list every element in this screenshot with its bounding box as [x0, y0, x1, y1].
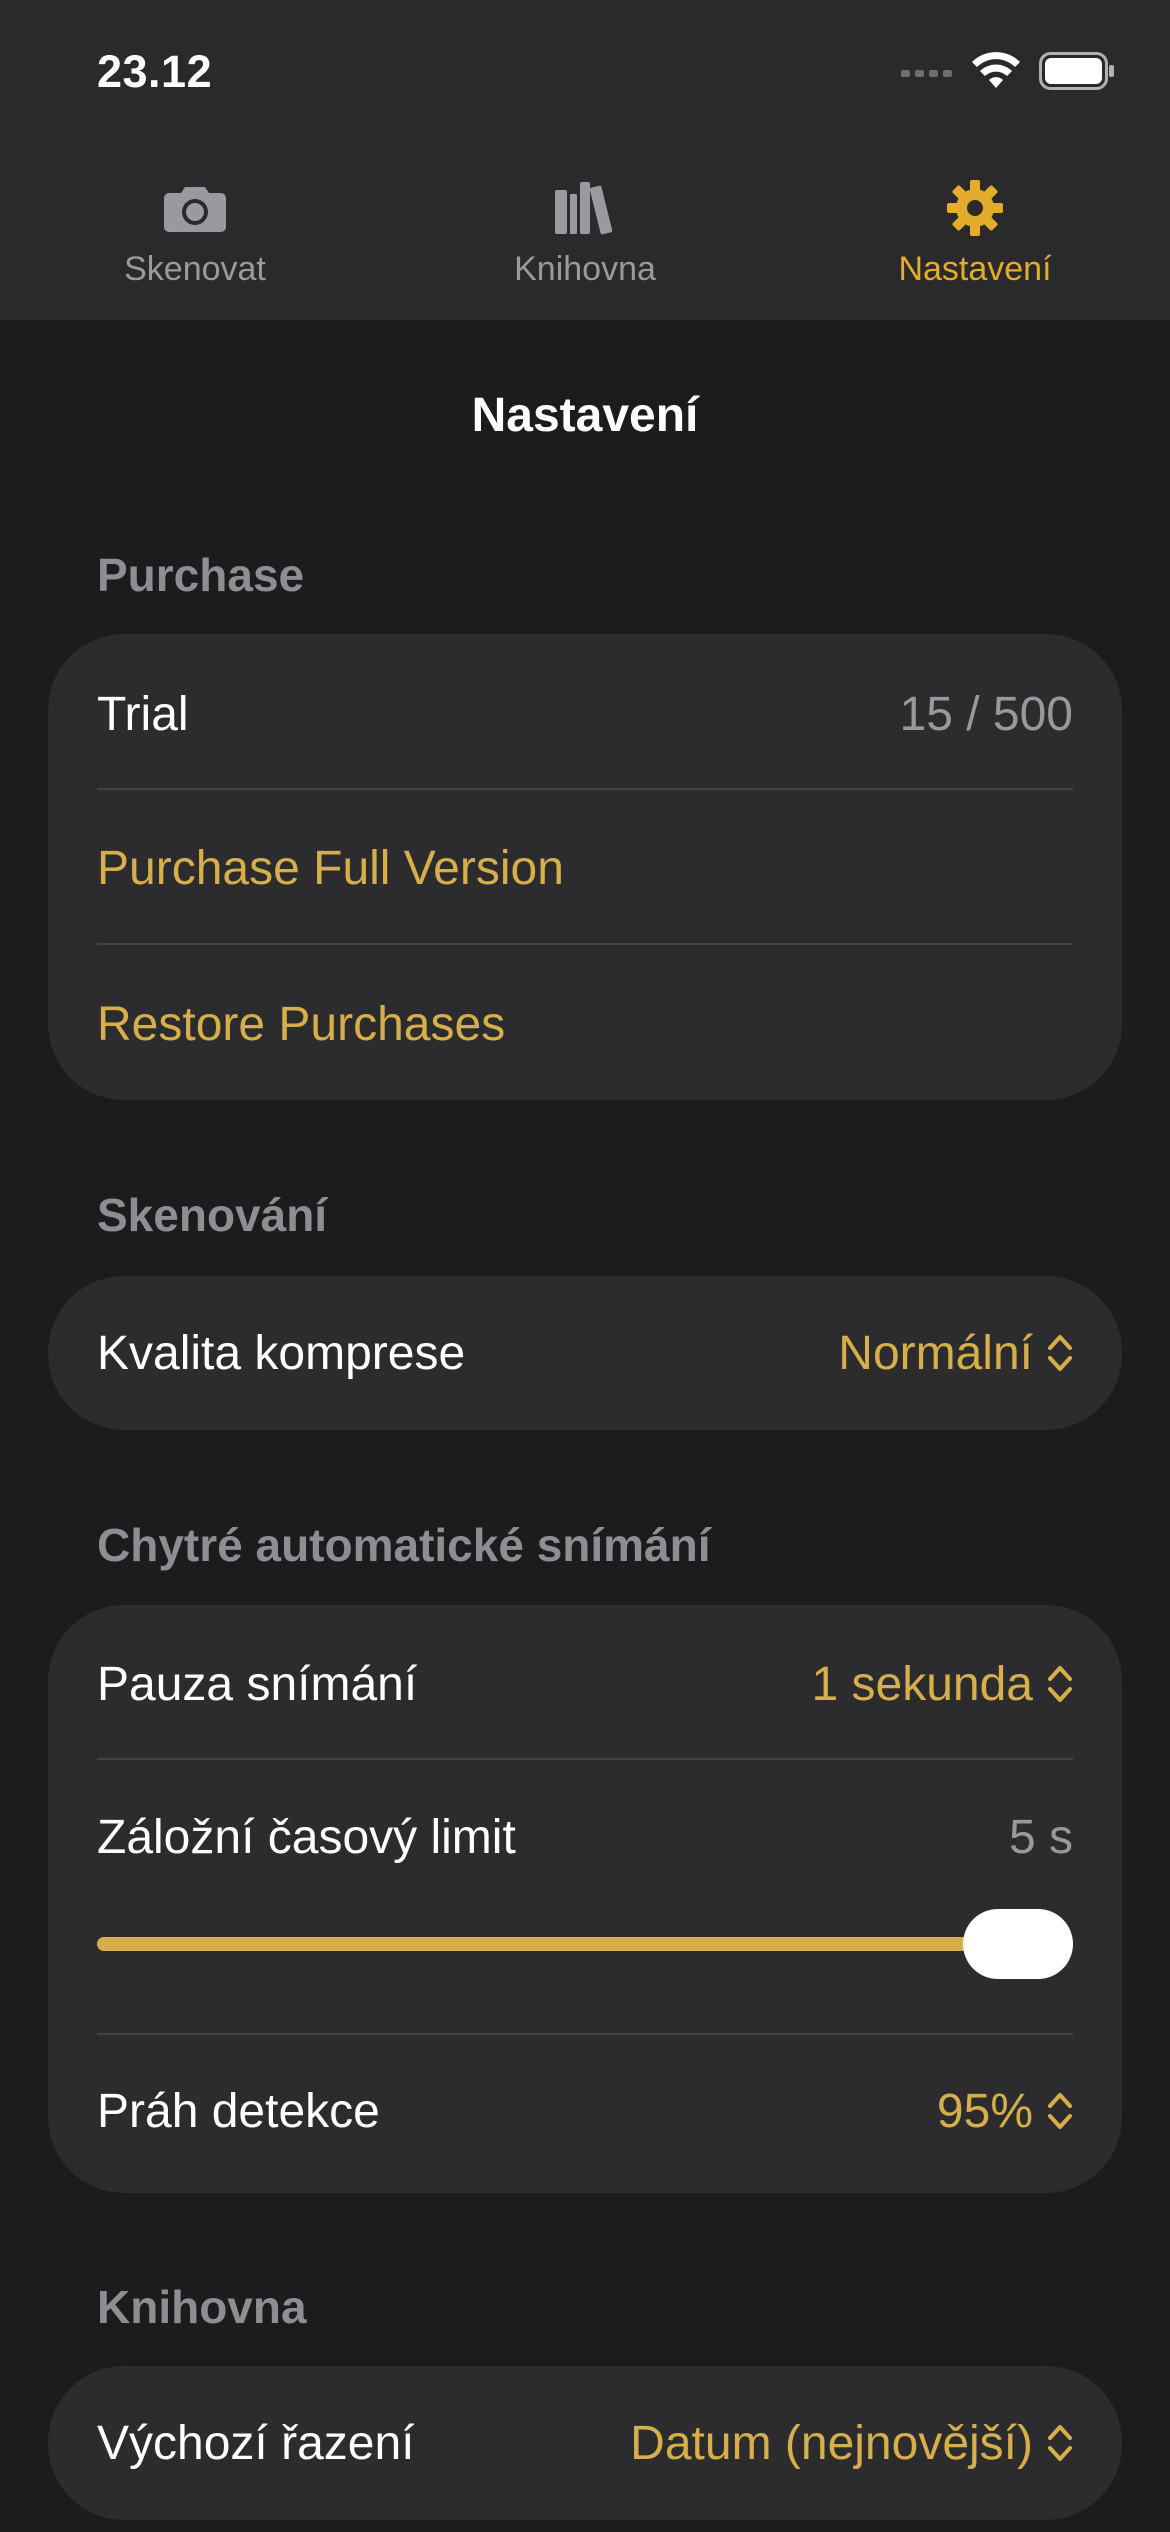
scanning-group: Kvalita komprese Normální: [48, 1276, 1122, 1430]
default-sort-value: Datum (nejnovější): [630, 2416, 1033, 2470]
divider: [97, 943, 1073, 945]
fallback-timeout-value: 5 s: [1008, 1810, 1073, 1864]
detection-threshold-row[interactable]: Práh detekce 95%: [97, 2071, 1073, 2151]
purchase-group: Trial 15 / 500 Purchase Full Version Res…: [48, 634, 1122, 1100]
trial-label: Trial: [97, 687, 189, 741]
status-bar: 23.12: [0, 0, 1170, 140]
page-title: Nastavení: [471, 389, 699, 442]
capture-pause-picker[interactable]: 1 sekunda: [811, 1657, 1073, 1712]
chevron-up-down-icon: [1048, 1666, 1072, 1702]
fallback-timeout-row: Záložní časový limit 5 s: [97, 1797, 1073, 1877]
compression-quality-row[interactable]: Kvalita komprese Normální: [97, 1313, 1073, 1393]
library-icon: [555, 182, 613, 235]
tab-skenovat[interactable]: Skenovat: [0, 140, 390, 320]
default-sort-label: Výchozí řazení: [97, 2416, 415, 2470]
restore-purchases-label: Restore Purchases: [97, 997, 506, 1051]
section-header-scanning: Skenování: [97, 1189, 328, 1241]
tab-bar: Skenovat Knihovna Nastavení: [0, 140, 1170, 320]
tab-nastaveni[interactable]: Nastavení: [780, 140, 1170, 320]
chevron-up-down-icon: [1048, 2093, 1072, 2129]
capture-pause-label: Pauza snímání: [97, 1657, 418, 1711]
detection-threshold-value: 95%: [936, 2084, 1033, 2138]
divider: [97, 788, 1073, 790]
compression-quality-value: Normální: [838, 1326, 1033, 1380]
status-time: 23.12: [97, 46, 213, 97]
default-sort-row[interactable]: Výchozí řazení Datum (nejnovější): [97, 2403, 1073, 2483]
capture-pause-value: 1 sekunda: [811, 1657, 1033, 1711]
default-sort-picker[interactable]: Datum (nejnovější): [630, 2416, 1073, 2471]
battery-icon: [1039, 52, 1114, 90]
compression-quality-label: Kvalita komprese: [97, 1326, 466, 1380]
chevron-up-down-icon: [1048, 1335, 1072, 1371]
tab-label: Knihovna: [514, 250, 656, 288]
smart-capture-group: Pauza snímání 1 sekunda Záložní časový l…: [48, 1605, 1122, 2193]
status-icons: [901, 52, 1115, 90]
fallback-timeout-slider-thumb[interactable]: [963, 1909, 1073, 1979]
tab-knihovna[interactable]: Knihovna: [390, 140, 780, 320]
divider: [97, 2033, 1073, 2035]
tab-label: Skenovat: [124, 250, 266, 288]
trial-value: 15 / 500: [899, 687, 1073, 741]
fallback-timeout-slider-track[interactable]: [97, 1937, 1073, 1951]
purchase-full-version-button[interactable]: Purchase Full Version: [97, 828, 1073, 908]
fallback-timeout-label: Záložní časový limit: [97, 1810, 516, 1864]
camera-icon: [164, 187, 226, 232]
section-header-smart-capture: Chytré automatické snímání: [97, 1519, 711, 1571]
detection-threshold-label: Práh detekce: [97, 2084, 380, 2138]
tab-label: Nastavení: [898, 250, 1052, 288]
section-header-purchase: Purchase: [97, 549, 305, 601]
section-header-library: Knihovna: [97, 2281, 307, 2333]
detection-threshold-picker[interactable]: 95%: [937, 2084, 1073, 2139]
purchase-full-version-label: Purchase Full Version: [97, 841, 564, 895]
trial-row: Trial 15 / 500: [97, 674, 1073, 754]
capture-pause-row[interactable]: Pauza snímání 1 sekunda: [97, 1644, 1073, 1724]
chevron-up-down-icon: [1048, 2425, 1072, 2461]
wifi-icon: [972, 52, 1020, 88]
divider: [97, 1758, 1073, 1760]
restore-purchases-button[interactable]: Restore Purchases: [97, 984, 1073, 1064]
cellular-signal-icon: [901, 70, 952, 77]
compression-quality-picker[interactable]: Normální: [838, 1326, 1073, 1381]
gear-icon: [947, 180, 1003, 236]
library-group: Výchozí řazení Datum (nejnovější): [48, 2366, 1122, 2520]
